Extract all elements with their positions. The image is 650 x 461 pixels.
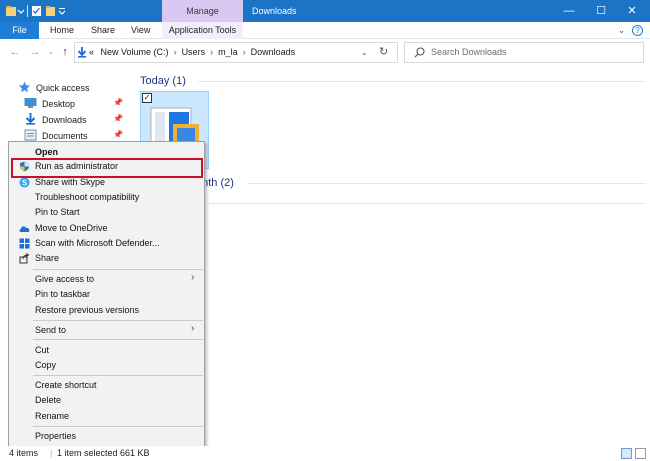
crumb-volume[interactable]: New Volume (C:) — [101, 47, 169, 57]
group-header-today[interactable]: Today (1) — [140, 74, 186, 88]
crumb-user[interactable]: m_la — [218, 47, 238, 57]
nav-desktop[interactable]: Desktop — [24, 96, 75, 112]
properties-check-icon[interactable] — [31, 4, 42, 18]
menu-item-cut[interactable]: Cut — [35, 343, 49, 358]
share-icon — [19, 253, 30, 264]
forward-button[interactable]: → — [28, 45, 42, 59]
breadcrumb: « New Volume (C:) › Users › m_la › Downloads — [89, 43, 295, 62]
menu-item-delete[interactable]: Delete — [35, 393, 61, 408]
help-icon[interactable]: ? — [632, 25, 643, 36]
customize-qa-icon[interactable] — [57, 4, 67, 18]
download-icon — [25, 113, 36, 125]
menu-item-rename[interactable]: Rename — [35, 409, 69, 424]
selection-checkbox[interactable]: ✓ — [142, 93, 152, 103]
nav-downloads[interactable]: Downloads — [24, 112, 87, 128]
menu-item-properties[interactable]: Properties — [35, 429, 76, 444]
menu-separator — [33, 269, 203, 270]
menu-separator — [33, 375, 203, 376]
status-divider: | — [50, 448, 53, 458]
document-icon — [24, 129, 37, 141]
tab-file[interactable]: File — [0, 22, 39, 39]
crumb-sep-icon[interactable]: › — [210, 47, 213, 57]
context-menu: Open Run as administrator S Share with S… — [8, 141, 205, 447]
address-dropdown-icon[interactable]: ⌄ — [361, 43, 368, 62]
tab-share[interactable]: Share — [91, 22, 115, 39]
window-title: Downloads — [252, 6, 297, 16]
desktop-icon — [24, 98, 37, 108]
manage-contextual-tab[interactable]: Manage — [162, 0, 243, 22]
large-icons-view-icon[interactable] — [635, 448, 646, 459]
status-selection: 1 item selected 661 KB — [57, 448, 150, 458]
menu-separator — [33, 320, 203, 321]
nav-label: Documents — [42, 131, 88, 141]
onedrive-cloud-icon — [19, 226, 30, 232]
tab-view[interactable]: View — [131, 22, 150, 39]
up-button[interactable]: ↑ — [58, 45, 72, 59]
status-bar: 4 items | 1 item selected 661 KB — [0, 446, 650, 461]
menu-item-pin-taskbar[interactable]: Pin to taskbar — [35, 287, 90, 302]
run-as-admin-highlight — [11, 158, 203, 178]
search-placeholder: Search Downloads — [431, 47, 507, 57]
address-row: ← → ⌄ ↑ « New Volume (C:) › Users › m_la › Dow… — [0, 40, 650, 65]
menu-item-onedrive[interactable]: Move to OneDrive — [35, 221, 108, 236]
menu-item-share[interactable]: Share — [35, 251, 59, 266]
maximize-button[interactable]: ☐ — [586, 0, 616, 22]
expand-ribbon-icon[interactable]: ⌄ — [616, 25, 627, 36]
search-input[interactable]: Search Downloads — [404, 42, 644, 63]
menu-item-pin-start[interactable]: Pin to Start — [35, 205, 80, 220]
skype-icon: S — [19, 177, 30, 188]
qa-dropdown-icon[interactable] — [16, 4, 26, 18]
ribbon-tabs: File Home Share View Application Tools ⌄… — [0, 22, 650, 39]
pin-icon: 📌 — [113, 114, 123, 123]
address-bar[interactable]: « New Volume (C:) › Users › m_la › Downloads ⌄… — [74, 42, 398, 63]
close-button[interactable]: ✕ — [617, 0, 647, 22]
nav-label: Quick access — [36, 83, 90, 93]
new-folder-icon[interactable] — [45, 4, 56, 18]
refresh-icon[interactable]: ↻ — [379, 43, 388, 62]
crumb-users[interactable]: Users — [182, 47, 206, 57]
downloads-arrow-icon — [77, 47, 87, 58]
defender-icon — [19, 238, 30, 249]
title-bar: Manage Downloads — ☐ ✕ — [0, 0, 650, 22]
svg-text:S: S — [22, 178, 28, 187]
menu-item-troubleshoot[interactable]: Troubleshoot compatibility — [35, 190, 139, 205]
menu-item-restore-versions[interactable]: Restore previous versions — [35, 303, 139, 318]
details-view-icon[interactable] — [621, 448, 632, 459]
search-icon — [414, 47, 425, 58]
nav-label: Downloads — [42, 115, 87, 125]
menu-item-send-to[interactable]: Send to — [35, 323, 66, 338]
star-icon — [18, 81, 31, 93]
recent-locations-icon[interactable]: ⌄ — [44, 45, 58, 59]
group-divider — [208, 203, 646, 204]
submenu-arrow-icon: › — [191, 323, 195, 334]
pin-icon: 📌 — [113, 98, 123, 107]
crumb-sep-icon[interactable]: › — [174, 47, 177, 57]
tab-home[interactable]: Home — [50, 22, 74, 39]
breadcrumb-overflow[interactable]: « — [89, 47, 94, 57]
nav-label: Desktop — [42, 99, 76, 109]
status-item-count: 4 items — [9, 448, 39, 458]
nav-quick-access[interactable]: Quick access — [18, 80, 90, 96]
crumb-downloads[interactable]: Downloads — [251, 47, 296, 57]
submenu-arrow-icon: › — [191, 272, 195, 283]
back-button[interactable]: ← — [8, 45, 22, 59]
menu-item-create-shortcut[interactable]: Create shortcut — [35, 378, 97, 393]
menu-separator — [33, 426, 203, 427]
menu-item-give-access[interactable]: Give access to — [35, 272, 94, 287]
crumb-sep-icon[interactable]: › — [243, 47, 246, 57]
menu-item-copy[interactable]: Copy — [35, 358, 56, 373]
minimize-button[interactable]: — — [554, 0, 584, 22]
group-divider — [198, 81, 646, 82]
tab-application-tools[interactable]: Application Tools — [162, 22, 243, 39]
qa-separator — [27, 5, 28, 17]
group-divider — [248, 183, 646, 184]
pin-icon: 📌 — [113, 130, 123, 139]
menu-separator — [33, 339, 203, 340]
menu-item-defender-scan[interactable]: Scan with Microsoft Defender... — [35, 236, 160, 251]
